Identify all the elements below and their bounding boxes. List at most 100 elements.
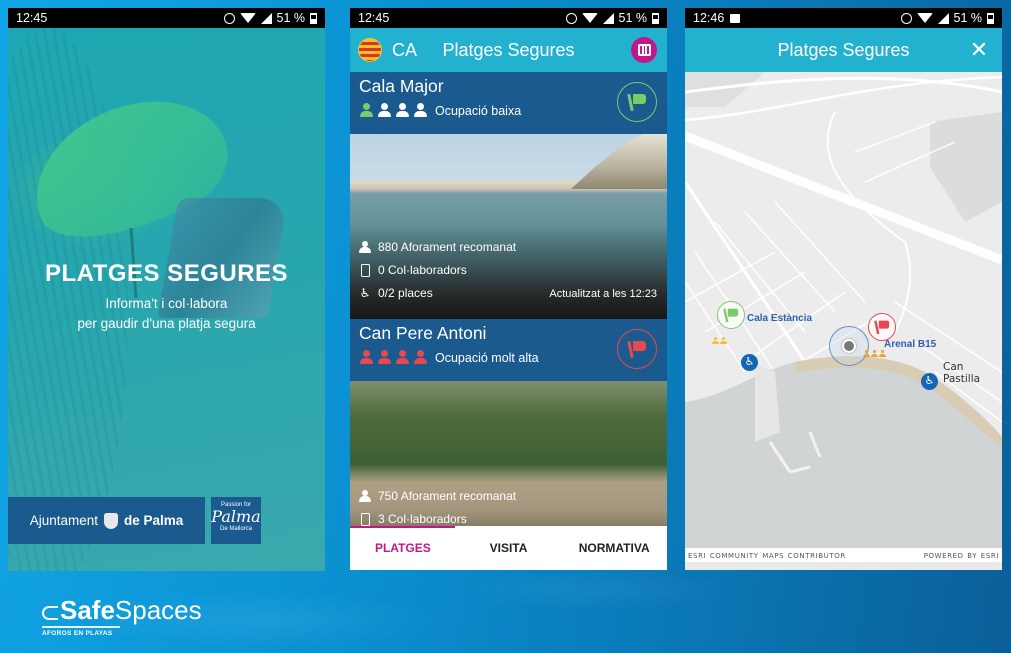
close-button[interactable]: ✕: [968, 39, 990, 61]
occupancy-label: Ocupació molt alta: [435, 350, 539, 365]
accessibility-icon[interactable]: ♿: [921, 373, 938, 390]
subtitle-line-1: Informa't i col·labora: [105, 296, 228, 311]
crest-icon: [104, 512, 118, 529]
accessible-places-row: ♿ 0/2 places: [359, 286, 433, 300]
flag-icon: [724, 308, 739, 322]
person-icon: [413, 350, 428, 365]
beach-photo: 880 Aforament recomanat 0 Col·laboradors…: [350, 134, 667, 319]
person-icon: [871, 350, 878, 357]
red-flag-marker[interactable]: [868, 313, 896, 341]
map-button[interactable]: [631, 37, 657, 63]
battery-icon: [310, 12, 317, 24]
battery-icon: [987, 12, 994, 24]
alarm-icon: [900, 12, 912, 24]
tab-normativa[interactable]: NORMATIVA: [561, 541, 667, 555]
person-icon: [413, 103, 428, 118]
subtitle-line-2: per gaudir d'una platja segura: [77, 316, 256, 331]
logo-wordmark: Safe Spaces: [42, 596, 202, 624]
tab-visita[interactable]: VISITA: [456, 541, 562, 555]
phone-splash-screen: 12:45 51 % PLATGES SEGURES Informa't i c…: [8, 8, 325, 571]
alarm-icon: [223, 12, 235, 24]
person-icon: [377, 103, 392, 118]
occupancy-label: Ocupació baixa: [435, 103, 522, 118]
person-icon: [359, 241, 371, 253]
capacity-text: 880 Aforament recomanat: [378, 240, 517, 254]
passion-line-3: De Mallorca: [219, 526, 252, 532]
person-icon: [712, 337, 719, 344]
signal-icon: [260, 12, 272, 24]
language-selector[interactable]: CA: [392, 40, 417, 61]
smartphone-icon: [360, 263, 370, 277]
status-bar: 12:46 51 %: [685, 8, 1002, 28]
app-bar: CA Platges Segures: [350, 28, 667, 72]
collaborators-text: 3 Col·laboradors: [378, 512, 467, 526]
person-icon: [720, 337, 727, 344]
beach-name: Can Pere Antoni: [359, 323, 487, 343]
occupancy-mini-icons: [712, 337, 727, 344]
passion-line-2: Palma: [211, 507, 261, 526]
attribution-right[interactable]: Powered by Esri: [924, 550, 999, 561]
map-view[interactable]: Cala Estància ♿ Arenal B15 Can Pastilla …: [685, 72, 1002, 562]
beach-name: Cala Major: [359, 76, 444, 96]
person-icon: [863, 350, 870, 357]
status-time: 12:45: [358, 11, 390, 25]
status-time: 12:46: [693, 11, 725, 25]
beach-card[interactable]: Cala Major Ocupació baixa 880 Aforament …: [350, 72, 667, 319]
map-icon: [637, 44, 651, 56]
app-bar: Platges Segures ✕: [685, 28, 1002, 72]
battery-level: 51 %: [618, 11, 648, 25]
wifi-icon: [239, 13, 256, 23]
active-tab-indicator: [350, 526, 455, 528]
flag-icon: [628, 340, 646, 358]
phone-beach-list-screen: 12:45 51 % CA Platges Segures Cala Major…: [350, 8, 667, 570]
tab-platges[interactable]: PLATGES: [350, 541, 456, 555]
splash-title: PLATGES SEGURES: [44, 260, 289, 287]
logo-regular: Spaces: [114, 595, 202, 625]
app-title: Platges Segures: [777, 39, 910, 60]
person-icon: [395, 350, 410, 365]
flag-icon: [628, 93, 646, 111]
accessible-places-text: 0/2 places: [378, 286, 433, 300]
collaborators-text: 0 Col·laboradors: [378, 263, 467, 277]
flag-icon: [875, 320, 890, 334]
alarm-icon: [565, 12, 577, 24]
marker-label-arenal-b15: Arenal B15: [884, 339, 937, 350]
place-label-can-pastilla: Can Pastilla: [943, 361, 981, 385]
person-icon: [359, 350, 374, 365]
safespaces-logo: Safe Spaces AFOROS EN PLAYAS: [42, 596, 202, 637]
marker-label-cala-estancia: Cala Estància: [747, 313, 813, 324]
occupancy-indicator: Ocupació baixa: [359, 103, 658, 118]
sponsor-prefix: Ajuntament: [29, 513, 98, 528]
person-icon: [879, 350, 886, 357]
wifi-icon: [916, 13, 933, 23]
ajuntament-palma-logo: Ajuntament de Palma: [8, 497, 205, 544]
attribution-left: Esri Community Maps Contributor: [688, 549, 846, 561]
accessibility-icon[interactable]: ♿: [741, 354, 758, 371]
logo-bold: Safe: [60, 595, 115, 625]
logo-tagline: AFOROS EN PLAYAS: [42, 626, 120, 637]
capacity-text: 750 Aforament recomanat: [378, 489, 517, 503]
status-bar: 12:45 51 %: [8, 8, 325, 28]
wheelchair-icon: ♿: [359, 286, 371, 300]
signal-icon: [937, 12, 949, 24]
beach-card-header: Cala Major Ocupació baixa: [350, 72, 667, 134]
green-flag-marker[interactable]: [717, 301, 745, 329]
battery-icon: [652, 12, 659, 24]
battery-level: 51 %: [953, 11, 983, 25]
sponsor-bold: de Palma: [124, 513, 184, 528]
battery-level: 51 %: [276, 11, 306, 25]
wifi-icon: [581, 13, 598, 23]
catalan-flag-icon[interactable]: [358, 38, 382, 62]
updated-timestamp: Actualitzat a les 12:23: [549, 288, 657, 300]
splash-subtitle: Informa't i col·labora per gaudir d'una …: [8, 294, 325, 334]
occupancy-indicator: Ocupació molt alta: [359, 350, 658, 365]
status-time: 12:45: [16, 11, 48, 25]
splash-background: PLATGES SEGURES Informa't i col·labora p…: [8, 28, 325, 571]
person-icon: [377, 350, 392, 365]
map-attribution: Esri Community Maps Contributor Powered …: [685, 548, 1002, 562]
green-flag-badge: [617, 82, 657, 122]
status-bar: 12:45 51 %: [350, 8, 667, 28]
phone-map-screen: 12:46 51 % Platges Segures ✕ Cala Estànc…: [685, 8, 1002, 570]
bottom-navigation: PLATGES VISITA NORMATIVA: [350, 526, 667, 570]
red-flag-badge: [617, 329, 657, 369]
